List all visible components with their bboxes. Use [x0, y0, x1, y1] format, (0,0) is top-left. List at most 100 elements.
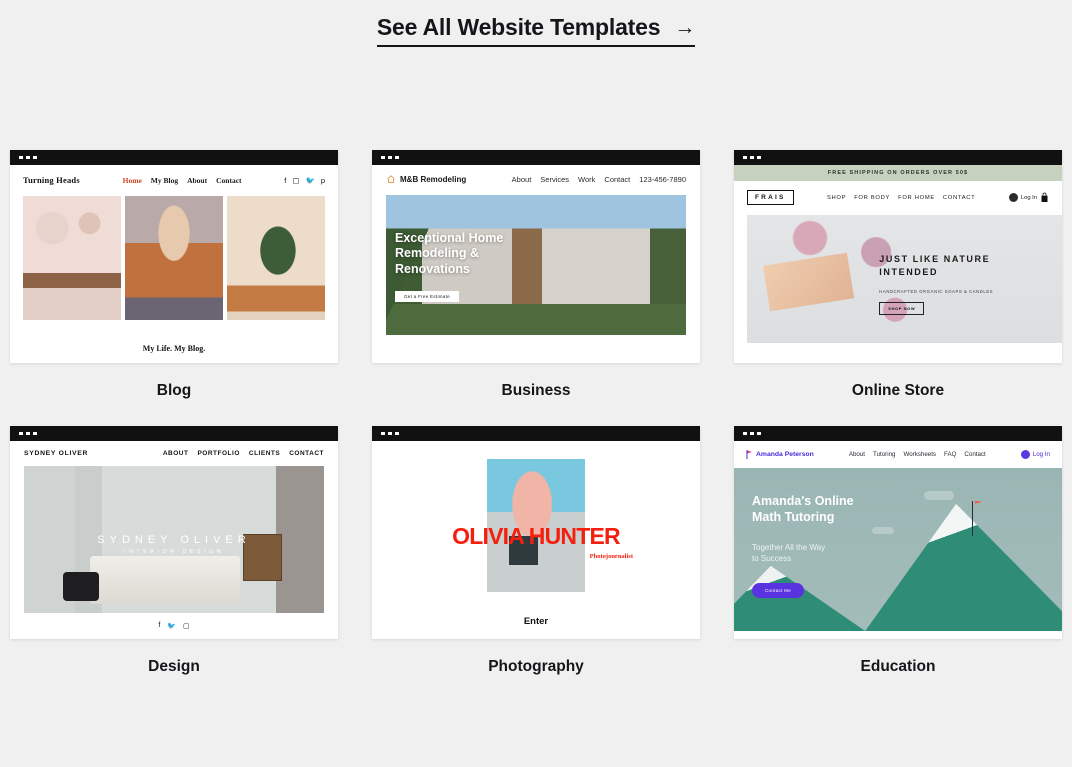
site-logo: FRAIS — [747, 190, 794, 205]
nav-item-worksheets[interactable]: Worksheets — [903, 451, 936, 458]
site-preview: OLIVIA HUNTER Photojournalist Enter — [372, 441, 700, 639]
nav-item-about[interactable]: About — [512, 175, 532, 184]
hero-section: OLIVIA HUNTER Photojournalist Enter — [372, 441, 700, 639]
social-links: f 🐦 ▢ — [10, 622, 338, 630]
nav-item-about[interactable]: About — [849, 451, 865, 458]
window-dot — [395, 431, 399, 436]
window-dot — [388, 431, 392, 436]
site-logo: M&B Remodeling — [386, 174, 466, 184]
nav-item-faq[interactable]: FAQ — [944, 451, 956, 458]
template-preview-education[interactable]: Amanda Peterson About Tutoring Worksheet… — [734, 426, 1062, 639]
login-label[interactable]: Log In — [1033, 451, 1050, 458]
site-nav: Home My Blog About Contact — [123, 176, 242, 185]
hero-title-line3: Renovations — [395, 261, 471, 276]
pinterest-icon[interactable]: p — [321, 176, 325, 185]
nav-item-about[interactable]: About — [187, 176, 207, 185]
nav-item-for-body[interactable]: FOR BODY — [854, 195, 890, 201]
template-cell-online-store: FREE SHIPPING ON ORDERS OVER 50$ FRAIS S… — [734, 150, 1062, 400]
cloud-icon — [871, 526, 894, 534]
bedroom-image-stool — [63, 571, 99, 602]
site-logo-text: M&B Remodeling — [400, 174, 467, 184]
template-preview-blog[interactable]: Turning Heads Home My Blog About Contact… — [10, 150, 338, 363]
facebook-icon[interactable]: f — [158, 622, 160, 630]
site-logo: Turning Heads — [23, 175, 80, 185]
hero-title-line1: Exceptional Home — [395, 231, 504, 245]
window-dot — [381, 155, 385, 160]
browser-title-bar — [10, 426, 338, 441]
template-category-label: Online Store — [851, 382, 945, 399]
template-preview-photography[interactable]: OLIVIA HUNTER Photojournalist Enter — [372, 426, 700, 639]
window-dot — [388, 155, 392, 160]
window-dot — [750, 155, 754, 160]
user-avatar-icon[interactable] — [1008, 193, 1018, 202]
twitter-icon[interactable]: 🐦 — [167, 622, 176, 630]
summit-flagpole — [971, 500, 974, 537]
hero-title-line2: Remodeling & — [395, 246, 480, 261]
account-area: Log In — [1008, 192, 1049, 203]
nav-item-shop[interactable]: SHOP — [827, 195, 846, 201]
contact-me-button[interactable]: Contact Me — [752, 583, 805, 598]
window-dot — [757, 431, 761, 436]
hero-cta-button[interactable]: Get a Free Estimate — [395, 291, 459, 302]
nav-item-services[interactable]: Services — [540, 175, 569, 184]
site-preview: SYDNEY OLIVER ABOUT PORTFOLIO CLIENTS CO… — [10, 441, 338, 639]
shop-now-button[interactable]: SHOP NOW — [879, 302, 925, 316]
window-dot — [381, 431, 385, 436]
nav-item-tutoring[interactable]: Tutoring — [873, 451, 895, 458]
nav-item-about[interactable]: ABOUT — [163, 450, 189, 457]
template-cell-business: M&B Remodeling About Services Work Conta… — [372, 150, 700, 400]
instagram-icon[interactable]: ▢ — [183, 622, 190, 630]
nav-item-contact[interactable]: CONTACT — [289, 450, 324, 457]
hero-section: Amanda's Online Math Tutoring Together A… — [734, 468, 1062, 631]
window-dot — [757, 155, 761, 160]
see-all-website-templates-link[interactable]: See All Website Templates → — [376, 14, 695, 47]
hero-sub-line2: to Success — [752, 554, 792, 564]
social-links: f ▢ 🐦 p — [284, 176, 325, 185]
template-preview-business[interactable]: M&B Remodeling About Services Work Conta… — [372, 150, 700, 363]
nav-item-contact[interactable]: Contact — [604, 175, 630, 184]
enter-link[interactable]: Enter — [372, 616, 700, 627]
nav-item-contact[interactable]: CONTACT — [943, 195, 976, 201]
flag-icon — [746, 450, 752, 459]
nav-item-my-blog[interactable]: My Blog — [151, 176, 178, 185]
twitter-icon[interactable]: 🐦 — [305, 176, 314, 185]
site-preview: M&B Remodeling About Services Work Conta… — [372, 165, 700, 363]
nav-item-contact[interactable]: Contact — [964, 451, 985, 458]
template-preview-design[interactable]: SYDNEY OLIVER ABOUT PORTFOLIO CLIENTS CO… — [10, 426, 338, 639]
nav-item-portfolio[interactable]: PORTFOLIO — [197, 450, 239, 457]
nav-item-clients[interactable]: CLIENTS — [249, 450, 280, 457]
template-preview-online-store[interactable]: FREE SHIPPING ON ORDERS OVER 50$ FRAIS S… — [734, 150, 1062, 363]
site-nav-bar: Amanda Peterson About Tutoring Worksheet… — [734, 441, 1062, 459]
hero-title: SYDNEY OLIVER INTERIOR DESIGN — [24, 534, 324, 555]
site-preview: Turning Heads Home My Blog About Contact… — [10, 165, 338, 363]
window-dot — [743, 431, 747, 436]
nav-item-for-home[interactable]: FOR HOME — [898, 195, 935, 201]
site-nav-bar: Turning Heads Home My Blog About Contact… — [10, 165, 338, 185]
window-dot — [26, 155, 30, 160]
template-category-label: Business — [501, 382, 571, 399]
shopping-bag-icon[interactable] — [1040, 192, 1049, 203]
account-area: Log In — [1020, 450, 1050, 459]
facebook-icon[interactable]: f — [284, 176, 286, 185]
site-logo-text: Amanda Peterson — [756, 451, 814, 458]
nav-item-contact[interactable]: Contact — [216, 176, 241, 185]
window-dot — [743, 155, 747, 160]
hero-title-line1: JUST LIKE NATURE — [879, 254, 991, 265]
login-label[interactable]: Log In — [1021, 195, 1037, 201]
user-avatar-icon[interactable] — [1020, 450, 1030, 459]
nav-item-phone[interactable]: 123-456-7890 — [639, 175, 686, 184]
site-nav: About Services Work Contact 123-456-7890 — [512, 175, 686, 184]
template-category-label: Education — [860, 658, 936, 675]
hero-title: JUST LIKE NATURE INTENDED — [879, 253, 990, 277]
site-nav: ABOUT PORTFOLIO CLIENTS CONTACT — [163, 450, 324, 457]
mountain-illustration — [865, 503, 1062, 631]
hero-sub-line1: Together All the Way — [752, 543, 826, 552]
nav-item-home[interactable]: Home — [123, 176, 142, 185]
bedroom-image-bed — [90, 555, 240, 605]
nav-item-work[interactable]: Work — [578, 175, 595, 184]
window-dot — [19, 431, 23, 436]
cloud-icon — [924, 490, 955, 500]
instagram-icon[interactable]: ▢ — [292, 176, 299, 185]
gallery-image-desk — [23, 196, 121, 320]
gallery-image-plant — [227, 196, 325, 320]
